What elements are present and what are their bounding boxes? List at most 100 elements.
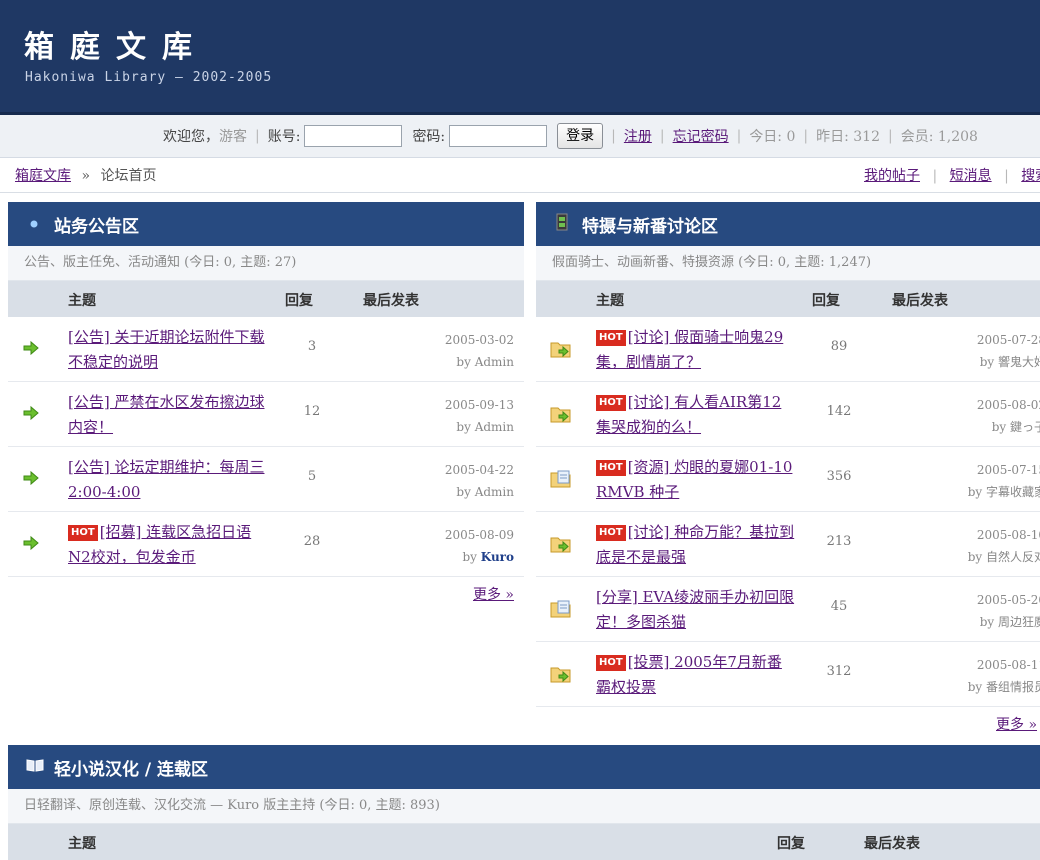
forum-section-tokusatsu: 特摄与新番讨论区 假面骑士、动画新番、特摄资源 (今日: 0, 主题: 1,24…: [536, 202, 1040, 739]
thread-link[interactable]: [讨论] 种命万能？基拉到底是不是最强: [596, 523, 794, 566]
last-post-date: 2005-07-15: [976, 463, 1040, 477]
column-header: 主题 回复 最后发表: [536, 281, 1040, 317]
site-header: 箱庭文库 Hakoniwa Library — 2002-2005: [0, 0, 1040, 115]
last-post-date: 2005-08-10: [976, 528, 1040, 542]
thread-list: HOT [讨论] 假面骑士响鬼29集，剧情崩了？ 89 2005-07-28 by 響鬼…: [536, 317, 1040, 707]
forum-header[interactable]: 特摄与新番讨论区: [536, 202, 1040, 246]
col-replies: 回复: [285, 293, 313, 309]
thread-row: [公告] 严禁在水区发布擦边球内容！ 12 2005-09-13 by Admin: [8, 382, 524, 447]
last-post-author[interactable]: Admin: [475, 355, 514, 369]
col-replies: 回复: [777, 836, 805, 852]
more-row: 更多 »: [536, 707, 1040, 739]
reply-count: 213: [826, 534, 852, 549]
by-label: by: [991, 420, 1007, 434]
arrow-icon: [22, 469, 40, 487]
thread-title: HOT [讨论] 种命万能？基拉到底是不是最强: [596, 520, 796, 570]
reply-count: 142: [826, 404, 852, 419]
forum-section-announcements: 站务公告区 公告、版主任免、活动通知 (今日: 0, 主题: 27) 主题 回复…: [8, 202, 524, 609]
thread-link[interactable]: [公告] 严禁在水区发布擦边球内容！: [68, 393, 264, 436]
by-label: by: [967, 550, 983, 564]
forum-description: 日轻翻译、原创连载、汉化交流 — Kuro 版主主持 (今日: 0, 主题: 8…: [8, 789, 1040, 824]
last-post: 2005-08-09 by Kuro: [445, 524, 514, 568]
password-input[interactable]: [449, 125, 548, 147]
thread-title: HOT [投票] 2005年7月新番霸权投票: [596, 650, 796, 700]
guest-label: 游客: [219, 129, 247, 145]
by-label: by: [967, 485, 983, 499]
last-post-author[interactable]: 周边狂魔: [998, 615, 1040, 629]
last-post-author[interactable]: Kuro: [481, 550, 514, 564]
last-post-author[interactable]: 字幕收藏家: [986, 485, 1040, 499]
more-link[interactable]: 更多 »: [996, 714, 1037, 734]
thread-row: HOT [招募] 连载区急招日语N2校对，包发金币 28 2005-08-09 by K…: [8, 512, 524, 577]
last-post-author[interactable]: 鍵っ子: [1010, 420, 1040, 434]
thread-link[interactable]: [公告] 论坛定期维护：每周三 2:00-4:00: [68, 458, 264, 501]
folder-arrow-icon: [550, 534, 571, 553]
thread-title: HOT [讨论] 有人看AIR第12集哭成狗的么！: [596, 390, 796, 440]
forum-title: 站务公告区: [54, 216, 139, 237]
last-post: 2005-08-11 by 番组情报员: [968, 654, 1040, 698]
messages-link[interactable]: 短消息: [950, 168, 992, 184]
thread-row: HOT [讨论] 假面骑士响鬼29集，剧情崩了？ 89 2005-07-28 by 響鬼…: [536, 317, 1040, 382]
account-input[interactable]: [304, 125, 403, 147]
folder-arrow-icon: [550, 404, 571, 423]
folder-doc-icon: [550, 599, 571, 618]
last-post-author[interactable]: 自然人反对: [986, 550, 1040, 564]
site-subtitle: Hakoniwa Library — 2002-2005: [25, 70, 273, 85]
last-post-author[interactable]: 番组情报员: [986, 680, 1040, 694]
search-link[interactable]: 搜索: [1021, 168, 1040, 184]
hot-badge: HOT: [596, 525, 626, 541]
forum-header[interactable]: 轻小说汉化 / 连载区: [8, 745, 1040, 789]
stat-members: 会员: 1,208: [900, 129, 978, 145]
by-label: by: [979, 615, 995, 629]
reply-count: 45: [830, 599, 848, 614]
forum-title: 轻小说汉化 / 连载区: [54, 759, 209, 780]
folder-arrow-icon: [550, 664, 571, 683]
last-post-author[interactable]: Admin: [475, 420, 514, 434]
welcome-text: 欢迎您，: [163, 129, 219, 145]
stat-yesterday: 昨日: 312: [816, 129, 880, 145]
col-topic: 主题: [68, 836, 96, 852]
by-label: by: [456, 355, 471, 369]
forum-description: 假面骑士、动画新番、特摄资源 (今日: 0, 主题: 1,247): [536, 246, 1040, 281]
thread-title: [公告] 论坛定期维护：每周三 2:00-4:00: [68, 455, 268, 505]
by-label: by: [456, 420, 471, 434]
forum-section-light-novel: 轻小说汉化 / 连载区 日轻翻译、原创连载、汉化交流 — Kuro 版主主持 (…: [8, 745, 1040, 860]
divider: |: [932, 168, 938, 184]
last-post-author[interactable]: 響鬼大好: [998, 355, 1040, 369]
thread-title: [公告] 关于近期论坛附件下载不稳定的说明: [68, 325, 268, 375]
by-label: by: [979, 355, 995, 369]
breadcrumb-home-link[interactable]: 箱庭文库: [15, 168, 71, 184]
forum-header[interactable]: 站务公告区: [8, 202, 524, 246]
last-post: 2005-04-22 by Admin: [445, 459, 514, 503]
reply-count: 312: [826, 664, 852, 679]
reply-count: 356: [826, 469, 852, 484]
my-posts-link[interactable]: 我的帖子: [864, 168, 920, 184]
last-post: 2005-09-13 by Admin: [445, 394, 514, 438]
thread-link[interactable]: [分享] EVA绫波丽手办初回限定！多图杀猫: [596, 588, 794, 631]
last-post-author[interactable]: Admin: [475, 485, 514, 499]
arrow-icon: [22, 339, 40, 357]
thread-link[interactable]: [公告] 关于近期论坛附件下载不稳定的说明: [68, 328, 264, 371]
reply-count: 12: [303, 404, 321, 419]
account-label: 账号:: [267, 129, 301, 145]
column-header: 主题 回复 最后发表: [8, 824, 1040, 860]
forum-title: 特摄与新番讨论区: [582, 216, 718, 237]
by-label: by: [967, 680, 983, 694]
by-label: by: [456, 485, 471, 499]
forgot-password-link[interactable]: 忘记密码: [673, 126, 729, 146]
thread-title: HOT [讨论] 假面骑士响鬼29集，剧情崩了？: [596, 325, 796, 375]
last-post: 2005-08-10 by 自然人反对: [968, 524, 1040, 568]
folder-doc-icon: [550, 469, 571, 488]
divider: |: [736, 128, 742, 144]
reply-count: 3: [307, 339, 317, 354]
register-link[interactable]: 注册: [624, 126, 652, 146]
more-link[interactable]: 更多 »: [473, 584, 514, 604]
last-post: 2005-05-20 by 周边狂魔: [977, 589, 1040, 633]
thread-row: [公告] 论坛定期维护：每周三 2:00-4:00 5 2005-04-22 by A…: [8, 447, 524, 512]
breadcrumb-current: 论坛首页: [100, 168, 157, 184]
login-button[interactable]: 登录: [557, 123, 604, 149]
last-post: 2005-07-15 by 字幕收藏家: [968, 459, 1040, 503]
folder-arrow-icon: [550, 339, 571, 358]
arrow-icon: [22, 404, 40, 422]
thread-title: [公告] 严禁在水区发布擦边球内容！: [68, 390, 268, 440]
